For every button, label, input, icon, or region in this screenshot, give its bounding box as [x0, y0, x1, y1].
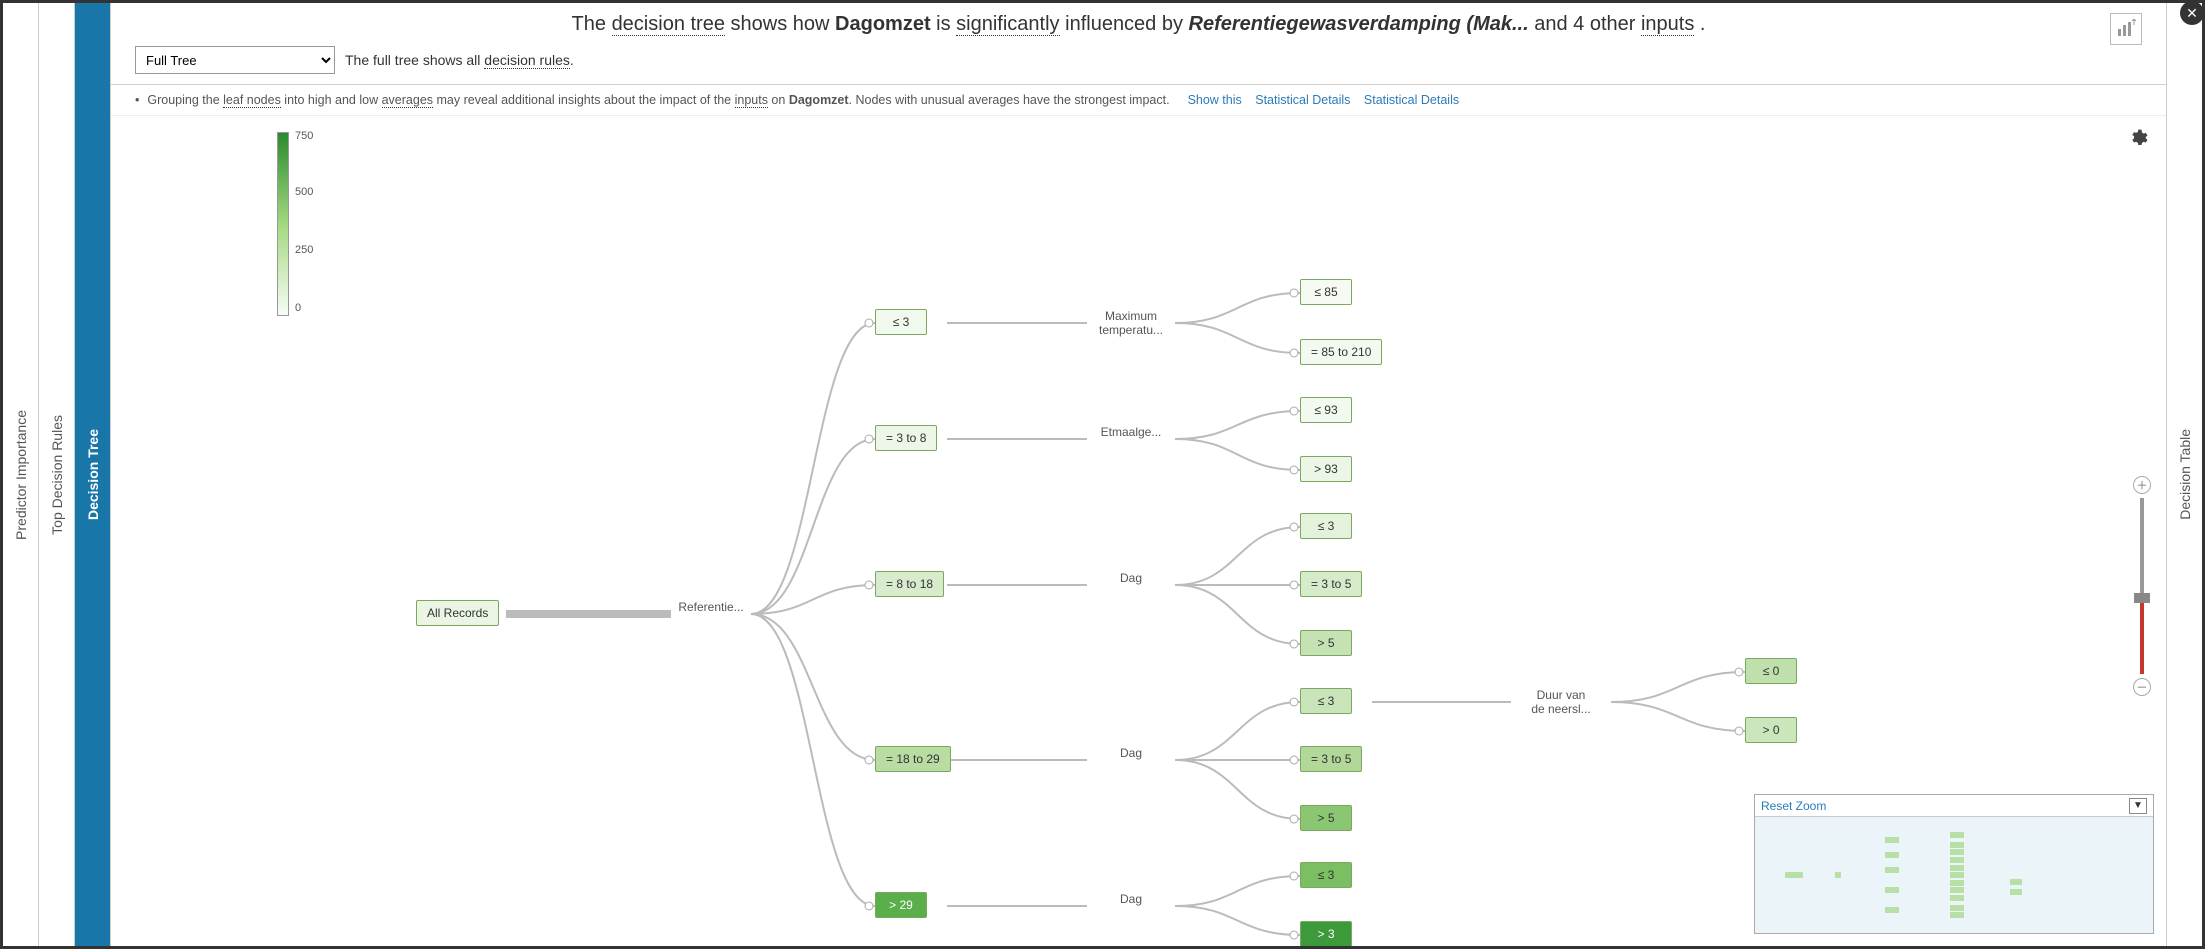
minimap-node: [1950, 849, 1964, 855]
minimap-collapse-icon[interactable]: ▼: [2129, 798, 2147, 814]
node-l3-0-0[interactable]: ≤ 85: [1300, 279, 1352, 305]
node-l2-4[interactable]: > 29: [875, 892, 927, 918]
minimap-node: [1885, 887, 1899, 893]
insight-row: • Grouping the leaf nodes into high and …: [111, 85, 2166, 116]
link-inputs[interactable]: inputs: [1641, 13, 1694, 36]
split-l2-3: Dag: [1120, 746, 1142, 760]
node-l2-2[interactable]: = 8 to 18: [875, 571, 944, 597]
minimap-node: [1950, 895, 1964, 901]
link-leaf-nodes[interactable]: leaf nodes: [223, 93, 281, 108]
split-root: Referentie...: [678, 600, 743, 614]
minimap-node: [1950, 872, 1964, 878]
minimap-node: [1950, 865, 1964, 871]
link-averages[interactable]: averages: [382, 93, 433, 108]
zoom-thumb[interactable]: [2134, 593, 2150, 603]
minimap-node: [1950, 880, 1964, 886]
node-l4-3-0-1[interactable]: > 0: [1745, 717, 1797, 743]
node-l3-1-1[interactable]: > 93: [1300, 456, 1352, 482]
gear-icon[interactable]: [2128, 128, 2148, 148]
minimap-node: [1950, 857, 1964, 863]
minimap-body[interactable]: [1755, 817, 2153, 933]
tree-canvas[interactable]: 750 500 250 0 All Records Referentie... ≤ …: [111, 116, 2166, 946]
link-significantly[interactable]: significantly: [956, 13, 1059, 36]
split-l2-2: Dag: [1120, 571, 1142, 585]
color-legend: 750 500 250 0: [271, 126, 351, 326]
minimap-node: [1835, 872, 1841, 878]
node-l3-2-2[interactable]: > 5: [1300, 630, 1352, 656]
subtitle-text: The full tree shows all decision rules.: [345, 52, 574, 68]
node-l3-2-1[interactable]: = 3 to 5: [1300, 571, 1362, 597]
minimap-node: [1885, 907, 1899, 913]
chart-export-icon[interactable]: [2110, 13, 2142, 45]
link-show-this[interactable]: Show this: [1188, 93, 1242, 107]
minimap-node: [1885, 867, 1899, 873]
minimap-node: [1950, 905, 1964, 911]
minimap-node: [1785, 872, 1803, 878]
node-l3-4-1[interactable]: > 3: [1300, 921, 1352, 946]
node-l3-1-0[interactable]: ≤ 93: [1300, 397, 1352, 423]
node-l3-3-0[interactable]: ≤ 3: [1300, 688, 1352, 714]
link-decision-rules[interactable]: decision rules: [484, 52, 570, 69]
node-l2-0[interactable]: ≤ 3: [875, 309, 927, 335]
target-name: Dagomzet: [835, 13, 931, 35]
title-summary: The decision tree shows how Dagomzet is …: [111, 3, 2166, 40]
node-l3-2-0[interactable]: ≤ 3: [1300, 513, 1352, 539]
node-root[interactable]: All Records: [416, 600, 499, 626]
tab-predictor-importance[interactable]: Predictor Importance: [3, 3, 39, 946]
tab-top-decision-rules[interactable]: Top Decision Rules: [39, 3, 75, 946]
zoom-out-icon[interactable]: －: [2133, 678, 2151, 696]
link-statistical-details-1[interactable]: Statistical Details: [1255, 93, 1350, 107]
split-l2-4: Dag: [1120, 892, 1142, 906]
node-l3-3-1[interactable]: = 3 to 5: [1300, 746, 1362, 772]
split-l2-0: Maximumtemperatu...: [1099, 309, 1163, 337]
split-l3-3-0: Duur vande neersl...: [1531, 688, 1590, 716]
link-insight-inputs[interactable]: inputs: [735, 93, 768, 108]
tree-view-select[interactable]: Full Tree: [135, 46, 335, 74]
link-statistical-details-2[interactable]: Statistical Details: [1364, 93, 1459, 107]
split-l2-1: Etmaalge...: [1101, 425, 1162, 439]
zoom-track[interactable]: [2140, 498, 2144, 674]
zoom-in-icon[interactable]: ＋: [2133, 476, 2151, 494]
tab-decision-tree[interactable]: Decision Tree: [75, 3, 111, 946]
node-l3-4-0[interactable]: ≤ 3: [1300, 862, 1352, 888]
zoom-slider[interactable]: ＋ －: [2130, 476, 2154, 696]
minimap-node: [2010, 879, 2022, 885]
minimap-node: [1950, 912, 1964, 918]
node-l4-3-0-0[interactable]: ≤ 0: [1745, 658, 1797, 684]
minimap-node: [1950, 887, 1964, 893]
tab-decision-table[interactable]: Decision Table: [2166, 3, 2202, 946]
node-l2-3[interactable]: = 18 to 29: [875, 746, 951, 772]
node-l2-1[interactable]: = 3 to 8: [875, 425, 937, 451]
close-button[interactable]: ✕: [2180, 1, 2204, 25]
minimap-node: [1950, 842, 1964, 848]
minimap-node: [1885, 852, 1899, 858]
node-l3-3-2[interactable]: > 5: [1300, 805, 1352, 831]
link-decision-tree[interactable]: decision tree: [612, 13, 725, 36]
minimap-node: [2010, 889, 2022, 895]
minimap-node: [1885, 837, 1899, 843]
minimap-node: [1950, 832, 1964, 838]
node-l3-0-1[interactable]: = 85 to 210: [1300, 339, 1382, 365]
reset-zoom-link[interactable]: Reset Zoom: [1761, 799, 1826, 813]
top-predictor: Referentiegewasverdamping (Mak...: [1189, 13, 1529, 35]
minimap[interactable]: Reset Zoom ▼: [1754, 794, 2154, 934]
